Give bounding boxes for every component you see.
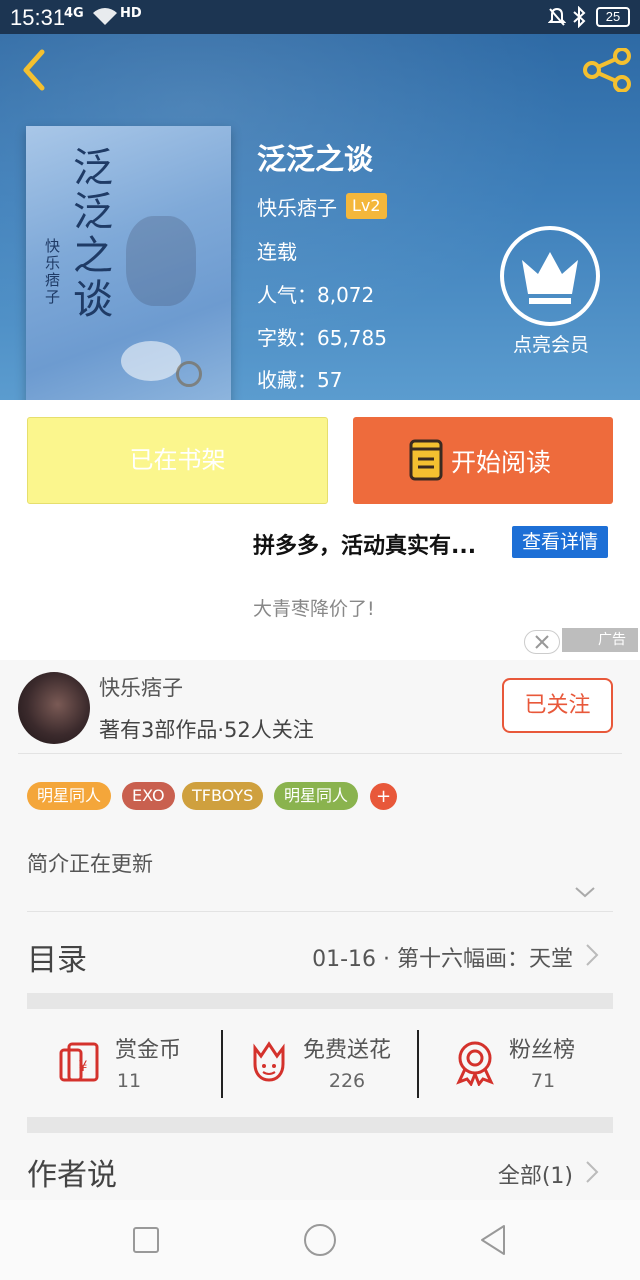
- bluetooth-icon: [573, 6, 586, 28]
- reward-coins-value: 11: [116, 1070, 142, 1092]
- send-flower-label: 免费送花: [303, 1038, 392, 1063]
- flower-icon: [253, 1041, 285, 1082]
- wifi-icon: [93, 8, 117, 25]
- tag-item[interactable]: 明星同人: [274, 782, 359, 810]
- battery-indicator: 25: [596, 7, 630, 27]
- start-reading-button[interactable]: 开始阅读: [353, 417, 613, 504]
- ad-text[interactable]: 拼多多，活动真实有...: [253, 528, 476, 560]
- intro-text: 简介正在更新: [27, 852, 153, 876]
- fan-ranking-value: 71: [530, 1070, 556, 1092]
- section-divider: [27, 1117, 613, 1133]
- divider: [27, 911, 613, 912]
- tag-item[interactable]: TFBOYS: [182, 782, 264, 810]
- fan-ranking-label: 粉丝榜: [509, 1038, 576, 1063]
- ad-tag: 广告: [562, 628, 638, 652]
- divider: [221, 1030, 223, 1098]
- chevron-down-icon[interactable]: [574, 884, 596, 900]
- book-header: 泛泛之谈 快乐痞子 泛泛之谈 快乐痞子 Lv2 连载 人气：8,072 字数：6…: [0, 34, 640, 400]
- send-flower-value: 226: [328, 1070, 366, 1092]
- status-bar: 15:31 4G HD 25: [0, 0, 640, 34]
- home-icon[interactable]: [300, 1220, 340, 1260]
- ad-close-button[interactable]: [524, 630, 560, 654]
- vip-button[interactable]: [500, 226, 600, 326]
- back-icon[interactable]: [474, 1220, 514, 1260]
- share-icon[interactable]: [582, 48, 632, 92]
- cover-author: 快乐痞子: [43, 238, 61, 306]
- follow-button[interactable]: 已关注: [502, 678, 613, 733]
- ad-details-button[interactable]: 查看详情: [512, 526, 608, 558]
- author-says-label: 作者说: [27, 1158, 117, 1193]
- status-time: 15:31: [10, 5, 66, 30]
- recents-icon[interactable]: [126, 1220, 166, 1260]
- book-icon: [409, 439, 443, 481]
- book-popularity: 人气：8,072: [257, 283, 375, 307]
- hd-label: HD: [120, 6, 142, 21]
- action-bar: 已在书架 开始阅读: [0, 400, 640, 520]
- author-says-all: 全部(1): [497, 1164, 573, 1189]
- reward-coins-label: 赏金币: [115, 1038, 182, 1063]
- cover-title: 泛泛之谈: [66, 146, 112, 322]
- divider: [18, 753, 622, 754]
- start-reading-label: 开始阅读: [451, 448, 552, 477]
- divider: [417, 1030, 419, 1098]
- fan-ranking-stat[interactable]: 粉丝榜 71: [451, 1020, 611, 1104]
- ad-banner: 拼多多，活动真实有... 查看详情 大青枣降价了! 广告: [0, 520, 640, 660]
- crown-icon: [522, 252, 578, 304]
- section-divider: [27, 993, 613, 1009]
- send-flower-stat[interactable]: 免费送花 226: [245, 1020, 425, 1104]
- avatar[interactable]: [18, 672, 90, 744]
- tag-item[interactable]: 明星同人: [27, 782, 112, 810]
- vip-label: 点亮会员: [512, 334, 589, 356]
- stats-row: ¥ 赏金币 11 免费送花 226 粉丝榜 71: [27, 1020, 613, 1104]
- book-favorites: 收藏：57: [257, 368, 343, 392]
- signal-label: 4G: [64, 6, 84, 21]
- book-cover[interactable]: 泛泛之谈 快乐痞子: [26, 126, 231, 400]
- medal-icon: [456, 1041, 494, 1086]
- on-shelf-button[interactable]: 已在书架: [27, 417, 328, 504]
- toc-latest-chapter: 01-16 · 第十六幅画：天堂: [312, 947, 573, 972]
- ad-subtext: 大青枣降价了!: [253, 598, 375, 620]
- toc-label: 目录: [27, 943, 87, 978]
- back-arrow-icon[interactable]: [18, 48, 52, 92]
- toc-row[interactable]: 目录 01-16 · 第十六幅画：天堂: [27, 935, 613, 978]
- author-row-name: 快乐痞子: [99, 676, 183, 700]
- system-nav-bar: [0, 1200, 640, 1280]
- author-row[interactable]: 快乐痞子 著有3部作品·52人关注 已关注: [0, 660, 640, 756]
- chevron-right-icon: [586, 944, 599, 966]
- book-status: 连载: [257, 240, 297, 264]
- book-word-count: 字数：65,785: [257, 326, 387, 350]
- mute-bell-icon: [548, 7, 566, 26]
- more-tags-button[interactable]: +: [370, 783, 397, 810]
- author-says-row[interactable]: 作者说 全部(1): [27, 1150, 613, 1200]
- tag-item[interactable]: EXO: [122, 782, 175, 810]
- book-title: 泛泛之谈: [257, 142, 374, 176]
- author-row-stats: 著有3部作品·52人关注: [99, 718, 314, 742]
- book-author[interactable]: 快乐痞子: [257, 192, 337, 221]
- chevron-right-icon: [586, 1161, 599, 1183]
- close-icon: [535, 635, 549, 649]
- reward-coins-stat[interactable]: ¥ 赏金币 11: [57, 1020, 217, 1104]
- level-badge: Lv2: [346, 193, 387, 219]
